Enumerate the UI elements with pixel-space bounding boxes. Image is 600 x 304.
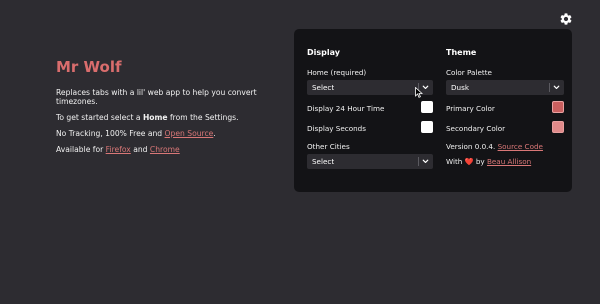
theme-column: Theme Color Palette Dusk Primary Color S… — [446, 48, 564, 166]
chevron-down-icon — [553, 85, 560, 89]
mouse-cursor-icon — [415, 87, 423, 98]
open-source-link[interactable]: Open Source — [165, 129, 214, 138]
chevron-down-icon — [422, 159, 429, 163]
home-label: Home (required) — [307, 68, 367, 77]
intro-line-description: Replaces tabs with a lil' web app to hel… — [56, 88, 257, 106]
gear-icon[interactable] — [559, 12, 573, 26]
intro-line-availability: Available for Firefox and Chrome — [56, 145, 180, 154]
display-seconds-label: Display Seconds — [307, 124, 366, 133]
primary-color-swatch[interactable] — [552, 101, 564, 113]
primary-color-label: Primary Color — [446, 104, 495, 113]
home-select-value: Select — [312, 83, 335, 92]
app-title: Mr Wolf — [56, 58, 122, 76]
intro-section: Mr Wolf Replaces tabs with a lil' web ap… — [56, 58, 286, 161]
select-divider — [418, 157, 419, 166]
color-palette-select[interactable]: Dusk — [446, 80, 564, 95]
display-column: Display Home (required) Select Display 2… — [307, 48, 433, 169]
color-palette-label: Color Palette — [446, 68, 492, 77]
intro-line-getting-started: To get started select a Home from the Se… — [56, 113, 239, 122]
display-24-hour-row: Display 24 Hour Time — [307, 101, 433, 115]
secondary-color-label: Secondary Color — [446, 124, 506, 133]
chrome-link[interactable]: Chrome — [150, 145, 180, 154]
home-emphasis: Home — [142, 113, 168, 122]
firefox-link[interactable]: Firefox — [106, 145, 131, 154]
author-link[interactable]: Beau Allison — [487, 157, 531, 166]
display-seconds-row: Display Seconds — [307, 121, 433, 135]
intro-line-tracking: No Tracking, 100% Free and Open Source. — [56, 129, 216, 138]
secondary-color-row: Secondary Color — [446, 121, 564, 135]
color-palette-value: Dusk — [451, 83, 469, 92]
settings-panel: Display Home (required) Select Display 2… — [294, 29, 572, 192]
secondary-color-swatch[interactable] — [552, 121, 564, 133]
display-heading: Display — [307, 48, 340, 57]
source-code-link[interactable]: Source Code — [498, 142, 543, 151]
select-divider — [549, 83, 550, 92]
other-cities-label: Other Cities — [307, 142, 350, 151]
primary-color-row: Primary Color — [446, 101, 564, 115]
theme-heading: Theme — [446, 48, 477, 57]
display-24-hour-label: Display 24 Hour Time — [307, 104, 385, 113]
version-line: Version 0.0.4. Source Code — [446, 142, 543, 151]
credit-line: With ❤️ by Beau Allison — [446, 157, 532, 166]
other-cities-select-value: Select — [312, 157, 335, 166]
display-24-hour-checkbox[interactable] — [421, 101, 433, 113]
heart-icon: ❤️ — [464, 157, 474, 166]
other-cities-select[interactable]: Select — [307, 154, 433, 169]
display-seconds-checkbox[interactable] — [421, 121, 433, 133]
